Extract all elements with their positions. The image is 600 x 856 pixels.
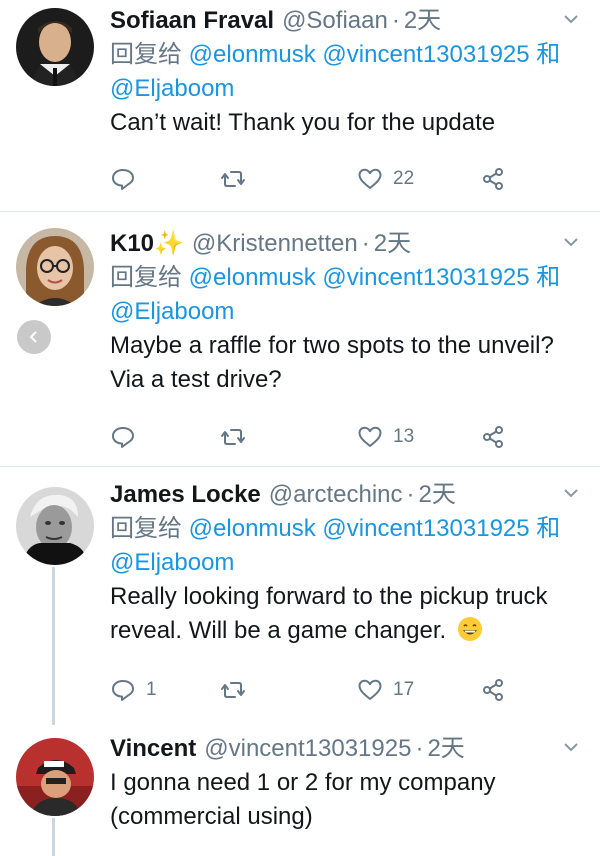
tweet-header: James Locke @arctechinc · 2天 — [110, 478, 580, 512]
chevron-left-icon — [29, 331, 37, 343]
mention-link[interactable]: @elonmusk — [189, 264, 316, 291]
reply-prefix: 回复给 — [110, 264, 182, 291]
action-bar: 1 17 — [110, 677, 510, 717]
mention-link[interactable]: @Eljaboom — [110, 549, 234, 576]
tweet-text-line: reveal. Will be a game changer. — [110, 617, 447, 644]
timestamp[interactable]: 2天 — [427, 732, 464, 766]
avatar[interactable] — [16, 8, 94, 86]
like-count: 17 — [393, 679, 415, 700]
like-count: 22 — [393, 168, 415, 189]
display-name[interactable]: K10 — [110, 227, 154, 261]
mention-link[interactable]: @elonmusk — [189, 515, 316, 542]
back-arrow-button[interactable] — [17, 320, 51, 354]
like-button[interactable]: 22 — [357, 166, 414, 192]
reply-button[interactable] — [110, 424, 146, 450]
share-button[interactable] — [480, 677, 506, 703]
chevron-down-icon[interactable] — [562, 738, 580, 756]
user-handle[interactable]: @vincent13031925 — [204, 732, 411, 766]
reply-icon — [112, 680, 134, 701]
tweet-text: I gonna need 1 or 2 for my company (comm… — [110, 766, 580, 834]
user-handle[interactable]: @Sofiaan — [282, 4, 388, 38]
reply-conjunction: 和 — [536, 41, 561, 68]
mention-link[interactable]: @vincent13031925 — [322, 41, 529, 68]
retweet-icon — [221, 171, 245, 187]
tweet-james-locke[interactable]: James Locke @arctechinc · 2天 回复给 @elonmu… — [0, 467, 600, 725]
tweet-sofiaan[interactable]: Sofiaan Fraval @Sofiaan · 2天 回复给 @elonmu… — [0, 0, 600, 212]
like-button[interactable]: 17 — [357, 677, 414, 703]
retweet-button[interactable] — [220, 166, 256, 192]
mention-link[interactable]: @vincent13031925 — [322, 264, 529, 291]
retweet-button[interactable] — [220, 677, 256, 703]
reply-prefix: 回复给 — [110, 515, 182, 542]
display-name[interactable]: Vincent — [110, 732, 196, 766]
share-button[interactable] — [480, 166, 506, 192]
display-name[interactable]: James Locke — [110, 478, 261, 512]
reply-button[interactable] — [110, 166, 146, 192]
chevron-down-icon[interactable] — [562, 233, 580, 251]
action-bar: 22 — [110, 166, 510, 206]
sparkles-emoji: ✨ — [154, 230, 184, 257]
display-name[interactable]: Sofiaan Fraval — [110, 4, 274, 38]
reply-icon — [112, 169, 134, 190]
avatar[interactable] — [16, 738, 94, 816]
reply-prefix: 回复给 — [110, 41, 182, 68]
chevron-down-icon[interactable] — [562, 10, 580, 28]
tweet-text-line: (commercial using) — [110, 803, 313, 830]
reply-conjunction: 和 — [536, 515, 561, 542]
tweet-vincent[interactable]: Vincent @vincent13031925 · 2天 I gonna ne… — [0, 726, 600, 856]
separator-dot: · — [406, 481, 415, 508]
retweet-icon — [221, 429, 245, 445]
user-handle[interactable]: @Kristennetten — [192, 227, 358, 261]
retweet-icon — [221, 682, 245, 698]
action-bar: 13 — [110, 424, 510, 464]
mention-link[interactable]: @Eljaboom — [110, 298, 234, 325]
share-icon — [483, 168, 503, 190]
share-button[interactable] — [480, 424, 506, 450]
tweet-text-line: Maybe a raffle for two spots to the unve… — [110, 332, 554, 359]
separator-dot: · — [415, 735, 424, 762]
avatar[interactable] — [16, 228, 94, 306]
tweet-text-line: Via a test drive? — [110, 366, 282, 393]
timestamp[interactable]: 2天 — [419, 478, 456, 512]
user-handle[interactable]: @arctechinc — [269, 478, 403, 512]
tweet-header: Vincent @vincent13031925 · 2天 — [110, 732, 580, 766]
reply-context: 回复给 @elonmusk @vincent13031925 和 @Eljabo… — [110, 261, 580, 329]
avatar[interactable] — [16, 487, 94, 565]
share-icon — [483, 679, 503, 701]
reply-context: 回复给 @elonmusk @vincent13031925 和 @Eljabo… — [110, 38, 580, 106]
reply-conjunction: 和 — [536, 264, 561, 291]
reply-button[interactable]: 1 — [110, 677, 157, 703]
like-count: 13 — [393, 426, 415, 447]
tweet-k10[interactable]: K10 ✨ @Kristennetten · 2天 回复给 @elonmusk … — [0, 212, 600, 467]
heart-icon — [358, 679, 382, 700]
timestamp[interactable]: 2天 — [374, 227, 411, 261]
timestamp[interactable]: 2天 — [404, 4, 441, 38]
retweet-button[interactable] — [220, 424, 256, 450]
grinning-face-emoji — [457, 617, 482, 641]
tweet-header: K10 ✨ @Kristennetten · 2天 — [110, 227, 580, 261]
separator-dot: · — [391, 7, 400, 34]
mention-link[interactable]: @Eljaboom — [110, 75, 234, 102]
separator-dot: · — [361, 230, 370, 257]
like-button[interactable]: 13 — [357, 424, 414, 450]
tweet-header: Sofiaan Fraval @Sofiaan · 2天 — [110, 4, 580, 38]
heart-icon — [358, 426, 382, 447]
reply-count: 1 — [146, 679, 157, 700]
reply-icon — [112, 427, 134, 448]
mention-link[interactable]: @vincent13031925 — [322, 515, 529, 542]
share-icon — [483, 426, 503, 448]
tweet-text-line: Can’t wait! Thank you for the update — [110, 109, 496, 136]
tweet-text-line: Really looking forward to the pickup tru… — [110, 583, 548, 610]
mention-link[interactable]: @elonmusk — [189, 41, 316, 68]
tweet-text: Really looking forward to the pickup tru… — [110, 580, 580, 648]
tweet-text: Maybe a raffle for two spots to the unve… — [110, 329, 580, 397]
heart-icon — [358, 168, 382, 189]
chevron-down-icon[interactable] — [562, 484, 580, 502]
tweet-text-line: I gonna need 1 or 2 for my company — [110, 769, 496, 796]
tweet-text: Can’t wait! Thank you for the update — [110, 106, 580, 140]
reply-context: 回复给 @elonmusk @vincent13031925 和 @Eljabo… — [110, 512, 580, 580]
